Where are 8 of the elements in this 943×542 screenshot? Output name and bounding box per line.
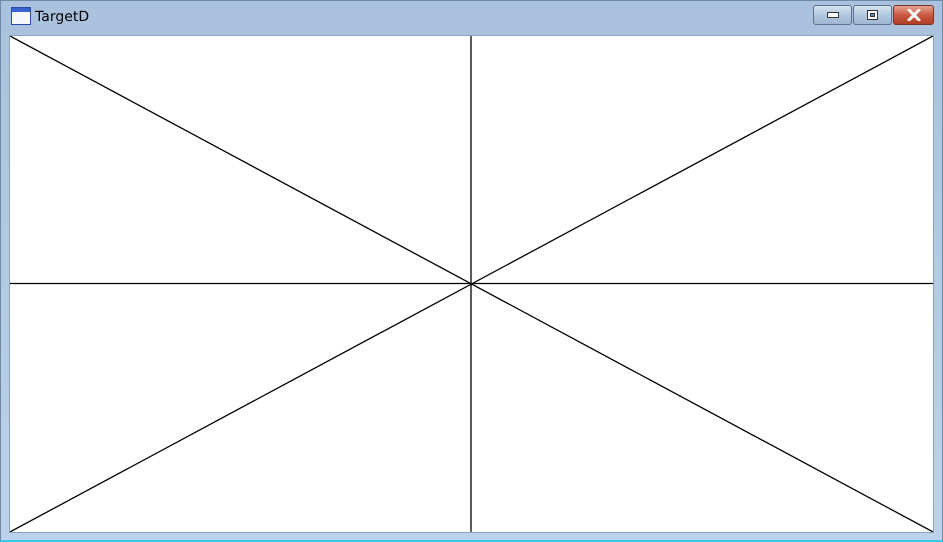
maximize-button[interactable] [853,5,892,26]
maximize-icon [867,10,878,20]
close-icon [906,9,920,22]
minimize-button[interactable] [813,5,852,26]
window-icon [11,7,31,26]
window-title: TargetD [35,9,90,26]
minimize-icon [826,12,838,18]
close-button[interactable] [893,5,934,26]
